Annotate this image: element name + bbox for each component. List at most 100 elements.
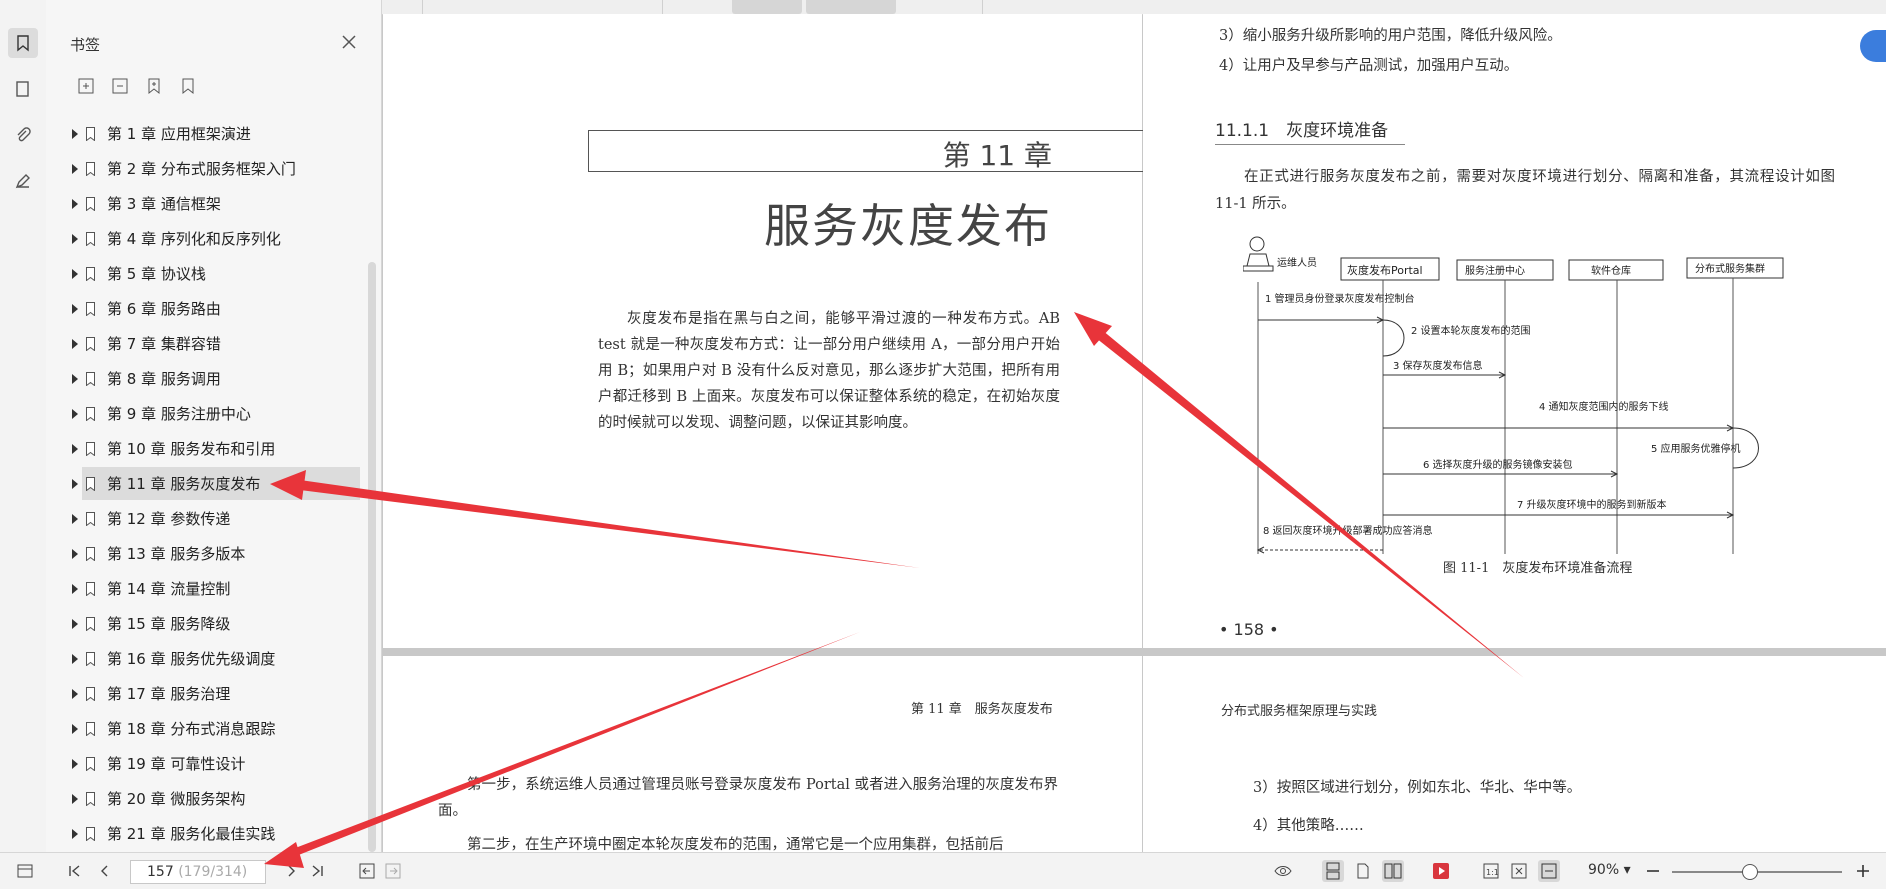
bookmark-label: 第 16 章 服务优先级调度 [107,650,276,668]
expand-arrow-icon[interactable] [72,793,78,804]
expand-arrow-icon[interactable] [72,233,78,244]
continuous-mode-icon[interactable] [1322,860,1344,882]
next-page-icon[interactable] [282,862,300,880]
previous-page-icon[interactable] [96,862,114,880]
bookmark-item[interactable]: 第 6 章 服务路由 [46,291,366,326]
paragraph: 第一步，系统运维人员通过管理员账号登录灰度发布 Portal 或者进入服务治理的… [438,777,1058,819]
chapter-title: 服务灰度发布 [764,199,1052,253]
expand-arrow-icon[interactable] [72,513,78,524]
zoom-in-icon[interactable] [1854,862,1872,880]
sidebar-toggle-icon[interactable] [16,862,34,880]
bookmark-icon [86,231,95,246]
expand-arrow-icon[interactable] [72,338,78,349]
expand-arrow-icon[interactable] [72,268,78,279]
svg-text:1:1: 1:1 [1486,868,1499,877]
bookmark-item[interactable]: 第 3 章 通信框架 [46,186,366,221]
bookmark-item[interactable]: 第 14 章 流量控制 [46,571,366,606]
running-head: 分布式服务框架原理与实践 [1221,704,1378,719]
expand-arrow-icon[interactable] [72,583,78,594]
expand-arrow-icon[interactable] [72,688,78,699]
add-bookmark-icon[interactable] [144,76,164,96]
bookmark-item[interactable]: 第 21 章 服务化最佳实践 [46,816,366,851]
step-label: 8 返回灰度环境升级部署成功应答消息 [1263,524,1433,537]
attachment-icon[interactable] [8,120,38,150]
bookmark-item[interactable]: 第 4 章 序列化和反序列化 [46,221,366,256]
bookmark-label: 第 1 章 应用框架演进 [107,125,251,143]
expand-all-icon[interactable] [76,76,96,96]
step-label: 5 应用服务优雅停机 [1651,442,1741,455]
expand-arrow-icon[interactable] [72,618,78,629]
expand-arrow-icon[interactable] [72,198,78,209]
page-number: • 158 • [1219,620,1279,639]
operator-figure-icon [1243,236,1274,272]
actual-size-icon[interactable]: 1:1 [1482,862,1500,880]
expand-arrow-icon[interactable] [72,548,78,559]
expand-arrow-icon[interactable] [72,723,78,734]
bookmark-item[interactable]: 第 19 章 可靠性设计 [46,746,366,781]
expand-arrow-icon[interactable] [72,163,78,174]
bookmark-item[interactable]: 第 10 章 服务发布和引用 [46,431,366,466]
bookmark-item[interactable]: 第 8 章 服务调用 [46,361,366,396]
collapse-all-icon[interactable] [110,76,130,96]
close-icon[interactable] [339,32,359,52]
zoom-out-icon[interactable] [1644,862,1662,880]
bookmark-icon [86,196,95,211]
actor-label: 运维人员 [1277,256,1317,269]
play-icon[interactable] [1432,862,1450,880]
delete-bookmark-icon[interactable] [178,76,198,96]
bookmark-item[interactable]: 第 15 章 服务降级 [46,606,366,641]
bookmark-icon [86,581,95,596]
floating-side-button[interactable] [1860,30,1886,62]
page-158: 3）缩小服务升级所影响的用户范围，降低升级风险。 4）让用户及早参与产品测试，加… [1143,14,1886,648]
page-159: 第 11 章 服务灰度发布 第一步，系统运维人员通过管理员账号登录灰度发布 Po… [383,656,1142,852]
list-item-4: 4）其他策略…… [1253,818,1364,834]
fit-page-icon[interactable] [1510,862,1528,880]
bookmark-item[interactable]: 第 17 章 服务治理 [46,676,366,711]
bookmark-icon [86,511,95,526]
signature-icon[interactable] [8,166,38,196]
bookmark-item[interactable]: 第 13 章 服务多版本 [46,536,366,571]
expand-arrow-icon[interactable] [72,653,78,664]
zoom-level[interactable]: 90% ▾ [1588,862,1631,878]
last-page-icon[interactable] [308,862,326,880]
expand-arrow-icon[interactable] [72,828,78,839]
bookmark-item[interactable]: 第 20 章 微服务架构 [46,781,366,816]
page-number-input[interactable]: 157 (179/314) [130,860,266,884]
bookmark-icon [86,756,95,771]
bookmark-item[interactable]: 第 1 章 应用框架演进 [46,116,366,151]
thumbnail-panel-icon[interactable] [8,74,38,104]
page-160: 分布式服务框架原理与实践 3）按照区域进行划分，例如东北、华北、华中等。 4）其… [1143,656,1886,852]
bookmark-item[interactable]: 第 5 章 协议栈 [46,256,366,291]
two-page-icon[interactable] [1382,860,1404,882]
bookmark-item[interactable]: 第 16 章 服务优先级调度 [46,641,366,676]
bookmark-item[interactable]: 第 9 章 服务注册中心 [46,396,366,431]
panel-scrollbar[interactable] [368,262,376,852]
single-page-icon[interactable] [1354,862,1372,880]
back-view-icon[interactable] [358,862,376,880]
bookmark-item[interactable]: 第 7 章 集群容错 [46,326,366,361]
bookmark-item[interactable]: 第 2 章 分布式服务框架入门 [46,151,366,186]
zoom-slider-handle[interactable] [1741,864,1758,880]
bookmark-panel-icon[interactable] [8,28,38,58]
forward-view-icon[interactable] [384,862,402,880]
document-view: 第 11 章 服务灰度发布 灰度发布是指在黑与白之间，能够平滑过渡的一种发布方式… [382,0,1886,852]
fit-width-icon[interactable] [1538,860,1560,882]
expand-arrow-icon[interactable] [72,758,78,769]
bookmark-panel: 书签 第 1 章 应用框架演进第 2 章 分布式服务框架入门第 3 章 通信框架… [46,0,382,852]
expand-arrow-icon[interactable] [72,443,78,454]
bookmark-item[interactable]: 第 18 章 分布式消息跟踪 [46,711,366,746]
expand-arrow-icon[interactable] [72,373,78,384]
expand-arrow-icon[interactable] [72,303,78,314]
eye-care-icon[interactable] [1274,862,1292,880]
list-item-3: 3）缩小服务升级所影响的用户范围，降低升级风险。 [1219,28,1562,44]
bookmark-icon [86,721,95,736]
expand-arrow-icon[interactable] [72,408,78,419]
bookmark-item[interactable]: 第 12 章 参数传递 [46,501,366,536]
expand-arrow-icon[interactable] [72,128,78,139]
bookmark-item[interactable]: 第 11 章 服务灰度发布 [46,466,366,501]
bookmark-label: 第 15 章 服务降级 [107,615,231,633]
expand-arrow-icon[interactable] [72,478,78,489]
first-page-icon[interactable] [66,862,84,880]
bookmark-icon [86,406,95,421]
bookmark-label: 第 7 章 集群容错 [107,335,221,353]
